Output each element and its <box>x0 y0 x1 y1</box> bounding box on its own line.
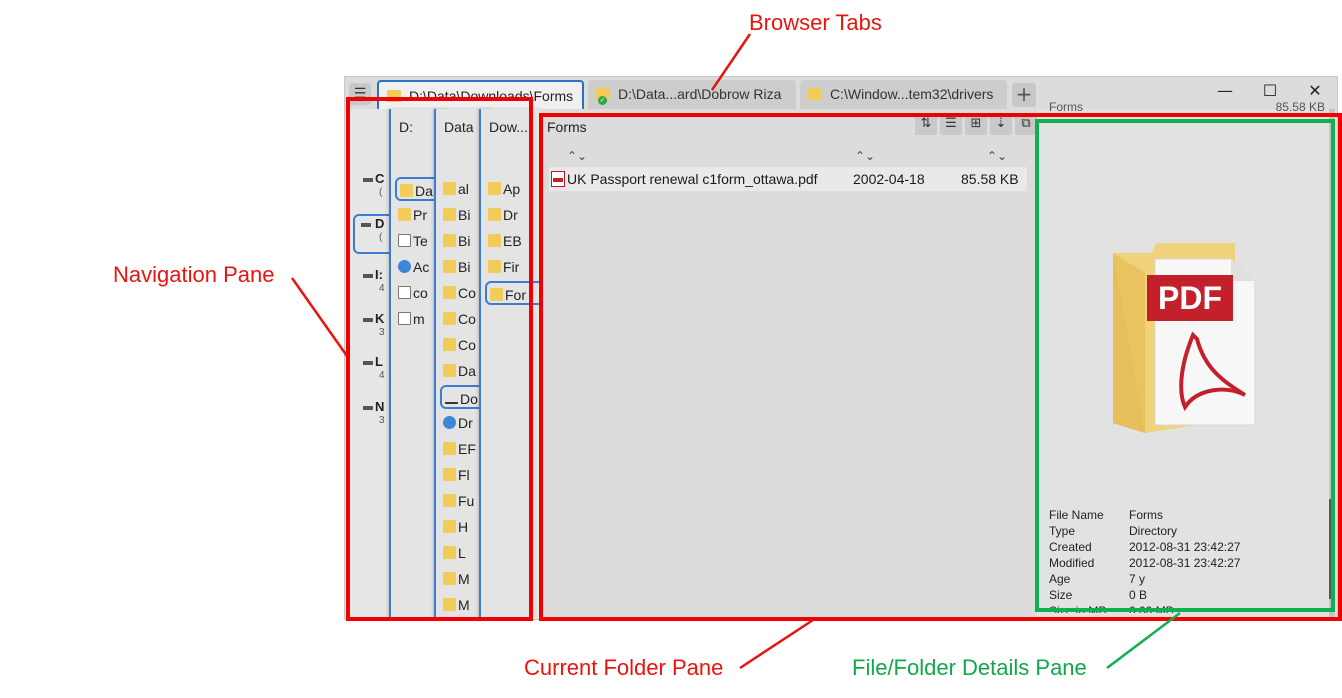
details-pane-highlight <box>1035 119 1335 612</box>
folder-icon <box>808 88 822 100</box>
add-tab-button[interactable]: + <box>1012 83 1036 107</box>
navigation-pane-highlight <box>346 97 533 621</box>
current-folder-pane-label: Current Folder Pane <box>524 655 724 680</box>
minimize-button[interactable]: — <box>1203 79 1247 105</box>
tab-drivers[interactable]: C:\Window...tem32\drivers <box>800 80 1007 109</box>
details-clipped-size: 85.58 KB <box>1275 100 1325 114</box>
sync-check-icon: ✓ <box>598 96 607 105</box>
details-pane-label: File/Folder Details Pane <box>852 655 1087 680</box>
tab-dobrow-riza[interactable]: ✓ D:\Data...ard\Dobrow Riza <box>588 80 796 109</box>
browser-tabs-label: Browser Tabs <box>749 10 882 35</box>
navigation-pane-label: Navigation Pane <box>113 262 275 287</box>
tab-label: C:\Window...tem32\drivers <box>830 86 994 102</box>
details-clipped-name: Forms <box>1049 100 1083 114</box>
tab-label: D:\Data...ard\Dobrow Riza <box>618 86 782 102</box>
